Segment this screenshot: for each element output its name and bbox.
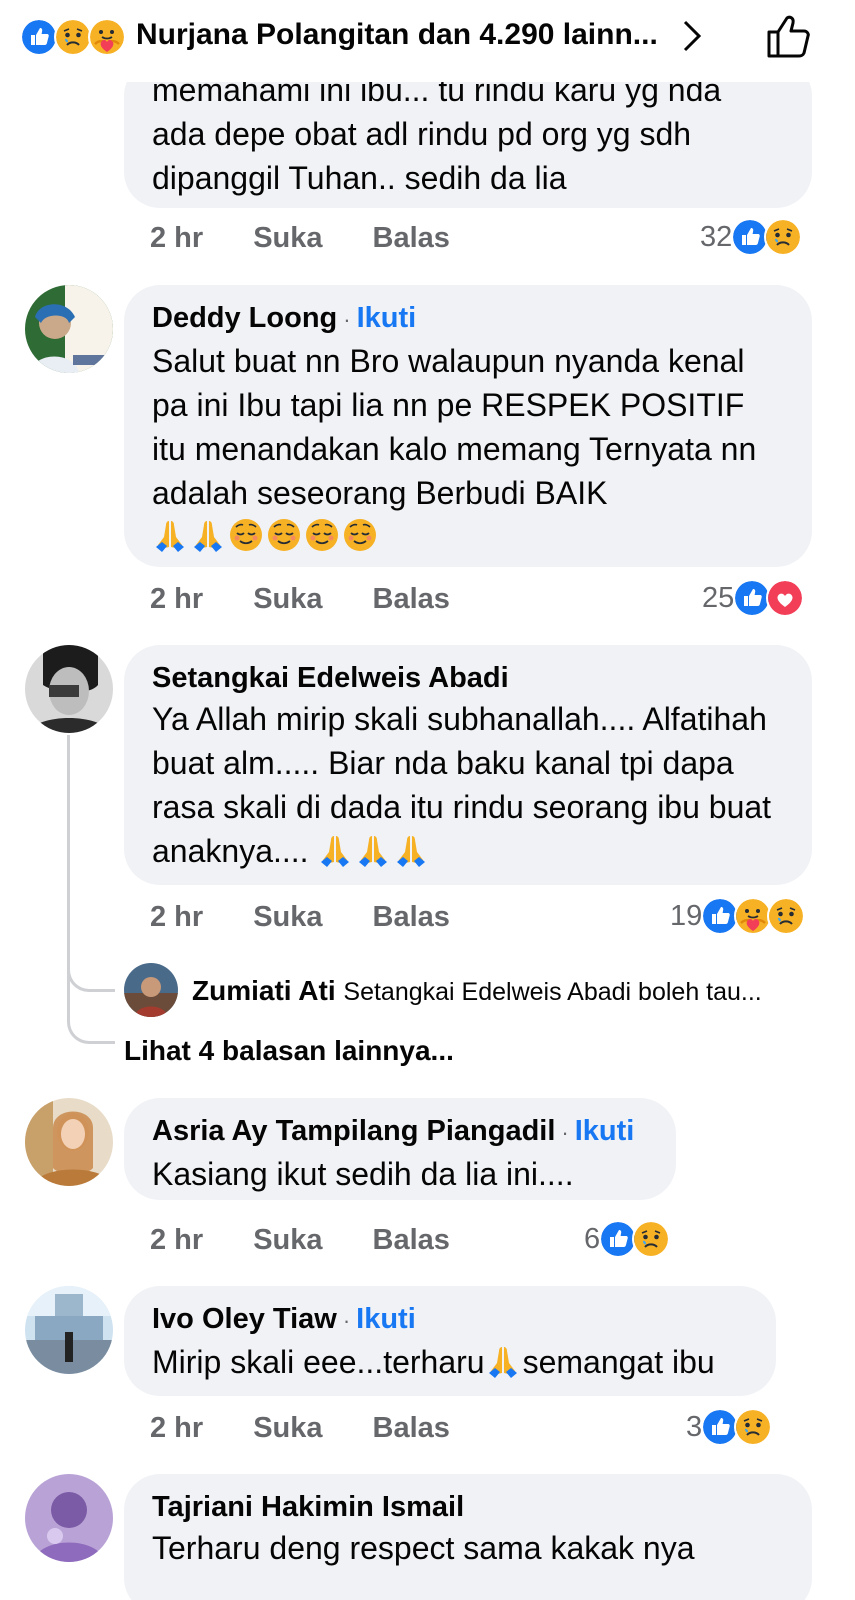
reaction-summary[interactable]: Nurjana Polangitan dan 4.290 lainn... [136, 12, 658, 58]
chevron-right-icon[interactable] [677, 16, 707, 56]
comment: Tajriani Hakimin Ismail Terharu deng res… [0, 1474, 855, 1600]
like-icon [20, 18, 58, 56]
relieved-face-icon [304, 517, 340, 553]
sad-icon [764, 218, 803, 256]
like-button[interactable]: Suka [253, 1412, 322, 1445]
comment-text: ada depe obat adl rindu pd org yg sdh di… [152, 116, 692, 196]
folded-hands-icon [355, 832, 391, 868]
comment: Deddy Loong · Ikuti Salut buat nn Bro wala… [0, 285, 855, 630]
thread-line [67, 735, 70, 985]
avatar[interactable] [124, 963, 178, 1017]
avatar[interactable] [25, 1098, 113, 1186]
comment-text-after: semangat ibu [522, 1344, 715, 1380]
comment-actions: 2 hr Suka Balas [150, 1224, 500, 1257]
reply-author[interactable]: Zumiati Ati [192, 975, 336, 1006]
reply-text: Setangkai Edelweis Abadi boleh tau... [343, 978, 762, 1006]
like-button[interactable]: Suka [253, 1224, 322, 1257]
reaction-count[interactable]: 6 [584, 1220, 671, 1258]
reaction-count[interactable]: 19 [670, 897, 806, 935]
comment-bubble[interactable]: Deddy Loong · Ikuti Salut buat nn Bro wala… [124, 285, 812, 567]
avatar[interactable] [25, 1474, 113, 1562]
folded-hands-icon [393, 832, 429, 868]
comment-actions: 2 hr Suka Balas [150, 1412, 500, 1445]
comment-text: Kasiang ikut sedih da lia ini.... [152, 1156, 574, 1192]
folded-hands-icon [317, 832, 353, 868]
comment-time: 2 hr [150, 1412, 204, 1444]
comment-time: 2 hr [150, 901, 204, 933]
follow-button[interactable]: Ikuti [356, 1303, 416, 1335]
comment-text-before: Mirip skali eee...terharu [152, 1344, 485, 1380]
comment-bubble[interactable]: Ivo Oley Tiaw · Ikuti Mirip skali eee...te… [124, 1286, 776, 1396]
comment-text: Ya Allah mirip skali subhanallah.... Alf… [152, 697, 792, 873]
comment-bubble[interactable]: memahami ini ibu... tu rindu karu yg nda… [124, 60, 812, 208]
commenter-name[interactable]: Setangkai Edelweis Abadi [152, 662, 509, 694]
folded-hands-icon [485, 1343, 521, 1379]
commenter-name[interactable]: Asria Ay Tampilang Piangadil [152, 1115, 555, 1147]
commenter-name[interactable]: Deddy Loong [152, 302, 337, 334]
comment-time: 2 hr [150, 222, 204, 254]
comment: Ivo Oley Tiaw · Ikuti Mirip skali eee...te… [0, 1286, 855, 1461]
comment-actions: 2 hr Suka Balas [150, 222, 500, 255]
comment-text: Mirip skali eee...terharu semangat ibu [152, 1340, 748, 1384]
sad-icon [54, 18, 92, 56]
avatar[interactable] [25, 285, 113, 373]
like-button[interactable]: Suka [253, 583, 322, 616]
reply-button[interactable]: Balas [373, 1224, 450, 1257]
avatar[interactable] [25, 1286, 113, 1374]
reaction-count-number: 32 [700, 220, 733, 253]
comment-bubble[interactable]: Asria Ay Tampilang Piangadil · Ikuti Kasia… [124, 1098, 676, 1200]
comment-actions: 2 hr Suka Balas [150, 901, 500, 934]
reaction-count[interactable]: 3 [686, 1408, 773, 1446]
relieved-face-icon [228, 517, 264, 553]
reaction-count-number: 19 [670, 899, 703, 932]
emoji-row [152, 517, 784, 553]
reply-preview[interactable]: Zumiati Ati Setangkai Edelweis Abadi bol… [192, 975, 762, 1007]
relieved-face-icon [342, 517, 378, 553]
reaction-count[interactable]: 25 [702, 579, 805, 617]
reaction-count-number: 6 [584, 1222, 601, 1255]
commenter-name[interactable]: Tajriani Hakimin Ismail [152, 1491, 464, 1523]
folded-hands-icon [190, 517, 226, 553]
comment-text: Terharu deng respect sama kakak nya [152, 1530, 695, 1566]
sad-icon [734, 1408, 773, 1446]
care-icon [88, 18, 126, 56]
like-button[interactable]: Suka [253, 901, 322, 934]
follow-button[interactable]: Ikuti [357, 302, 417, 334]
comment-text: Salut buat nn Bro walaupun nyanda kenal … [152, 343, 757, 511]
like-button[interactable]: Suka [253, 222, 322, 255]
like-outline-icon[interactable] [764, 10, 816, 62]
reaction-count-number: 3 [686, 1410, 703, 1443]
reply-button[interactable]: Balas [373, 222, 450, 255]
reactions-header[interactable]: Nurjana Polangitan dan 4.290 lainn... [0, 0, 855, 82]
sad-icon [767, 897, 806, 935]
comment: Asria Ay Tampilang Piangadil · Ikuti Kasia… [0, 1098, 855, 1273]
commenter-name[interactable]: Ivo Oley Tiaw [152, 1303, 337, 1335]
reaction-icons [20, 18, 126, 56]
comment-time: 2 hr [150, 1224, 204, 1256]
comment: Setangkai Edelweis Abadi Ya Allah mirip … [0, 645, 855, 1085]
reply-button[interactable]: Balas [373, 583, 450, 616]
comment-bubble[interactable]: Setangkai Edelweis Abadi Ya Allah mirip … [124, 645, 812, 885]
folded-hands-icon [152, 517, 188, 553]
reaction-count-number: 25 [702, 581, 735, 614]
comment-text-body: Ya Allah mirip skali subhanallah.... Alf… [152, 701, 772, 869]
comment-actions: 2 hr Suka Balas [150, 583, 500, 616]
avatar[interactable] [25, 645, 113, 733]
comment-bubble[interactable]: Tajriani Hakimin Ismail Terharu deng res… [124, 1474, 812, 1600]
reply-button[interactable]: Balas [373, 1412, 450, 1445]
comment-time: 2 hr [150, 583, 204, 615]
love-icon [766, 579, 805, 617]
sad-icon [632, 1220, 671, 1258]
relieved-face-icon [266, 517, 302, 553]
thread-connector [67, 985, 115, 1044]
reply-button[interactable]: Balas [373, 901, 450, 934]
view-more-replies-link[interactable]: Lihat 4 balasan lainnya... [124, 1035, 454, 1067]
reaction-count[interactable]: 32 [700, 218, 803, 256]
follow-button[interactable]: Ikuti [575, 1115, 635, 1147]
